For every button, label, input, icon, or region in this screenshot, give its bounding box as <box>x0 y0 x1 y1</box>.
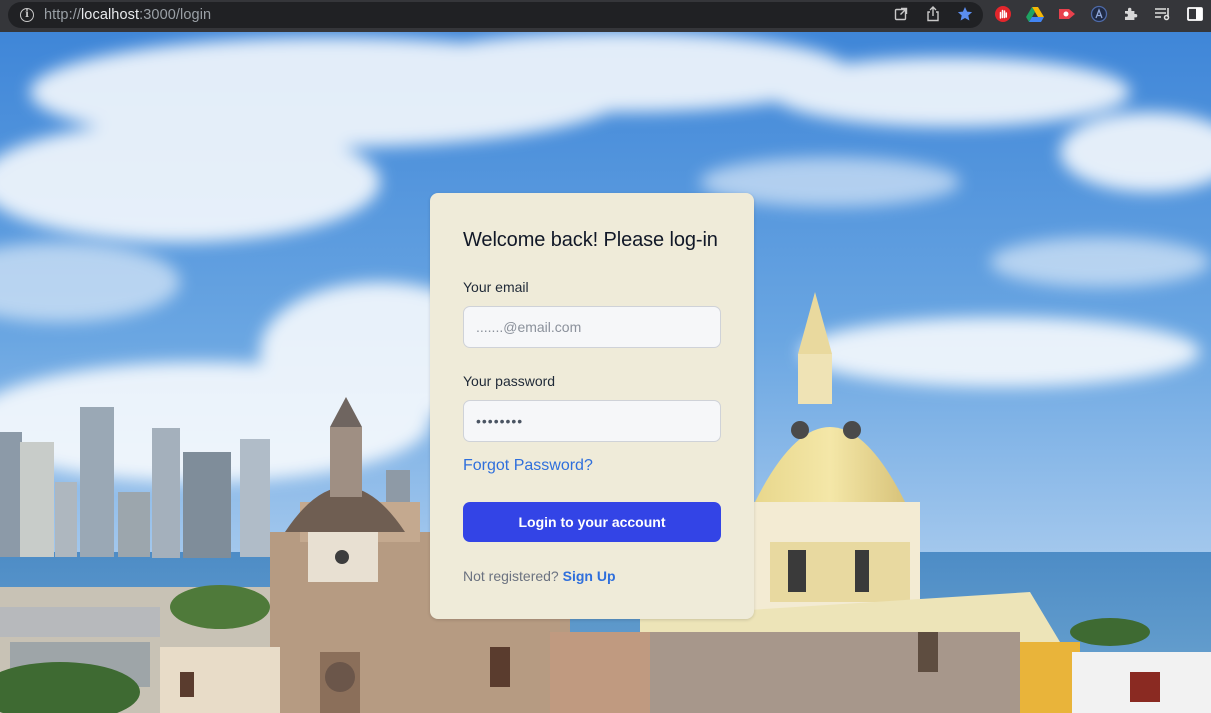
side-panel-icon[interactable] <box>1186 5 1204 23</box>
login-button[interactable]: Login to your account <box>463 502 721 542</box>
bookmark-star-icon[interactable] <box>956 5 974 23</box>
url-text[interactable]: http://localhost:3000/login <box>44 7 211 23</box>
password-label: Your password <box>463 373 556 389</box>
address-bar[interactable]: i http://localhost:3000/login <box>8 2 983 28</box>
signup-link[interactable]: Sign Up <box>563 568 616 584</box>
signup-row: Not registered? Sign Up <box>463 568 616 584</box>
browser-toolbar: i http://localhost:3000/login <box>0 0 1211 32</box>
signup-prompt: Not registered? <box>463 568 563 584</box>
password-value: •••••••• <box>476 413 524 429</box>
reading-list-icon[interactable] <box>1154 5 1172 23</box>
login-title: Welcome back! Please log-in <box>463 229 718 251</box>
extension-a-icon[interactable] <box>1090 5 1108 23</box>
extension-record-icon[interactable] <box>1058 5 1076 23</box>
share-icon[interactable] <box>924 5 942 23</box>
address-bar-actions <box>892 0 974 28</box>
extensions-puzzle-icon[interactable] <box>1122 5 1140 23</box>
password-input[interactable]: •••••••• <box>463 400 721 442</box>
extensions-area <box>994 0 1204 28</box>
google-drive-icon[interactable] <box>1026 5 1044 23</box>
extension-hand-icon[interactable] <box>994 5 1012 23</box>
info-icon[interactable]: i <box>20 8 34 22</box>
login-card: Welcome back! Please log-in Your email Y… <box>430 193 754 619</box>
forgot-password-link[interactable]: Forgot Password? <box>463 457 593 475</box>
email-input[interactable] <box>463 306 721 348</box>
open-external-icon[interactable] <box>892 5 910 23</box>
email-label: Your email <box>463 279 529 295</box>
